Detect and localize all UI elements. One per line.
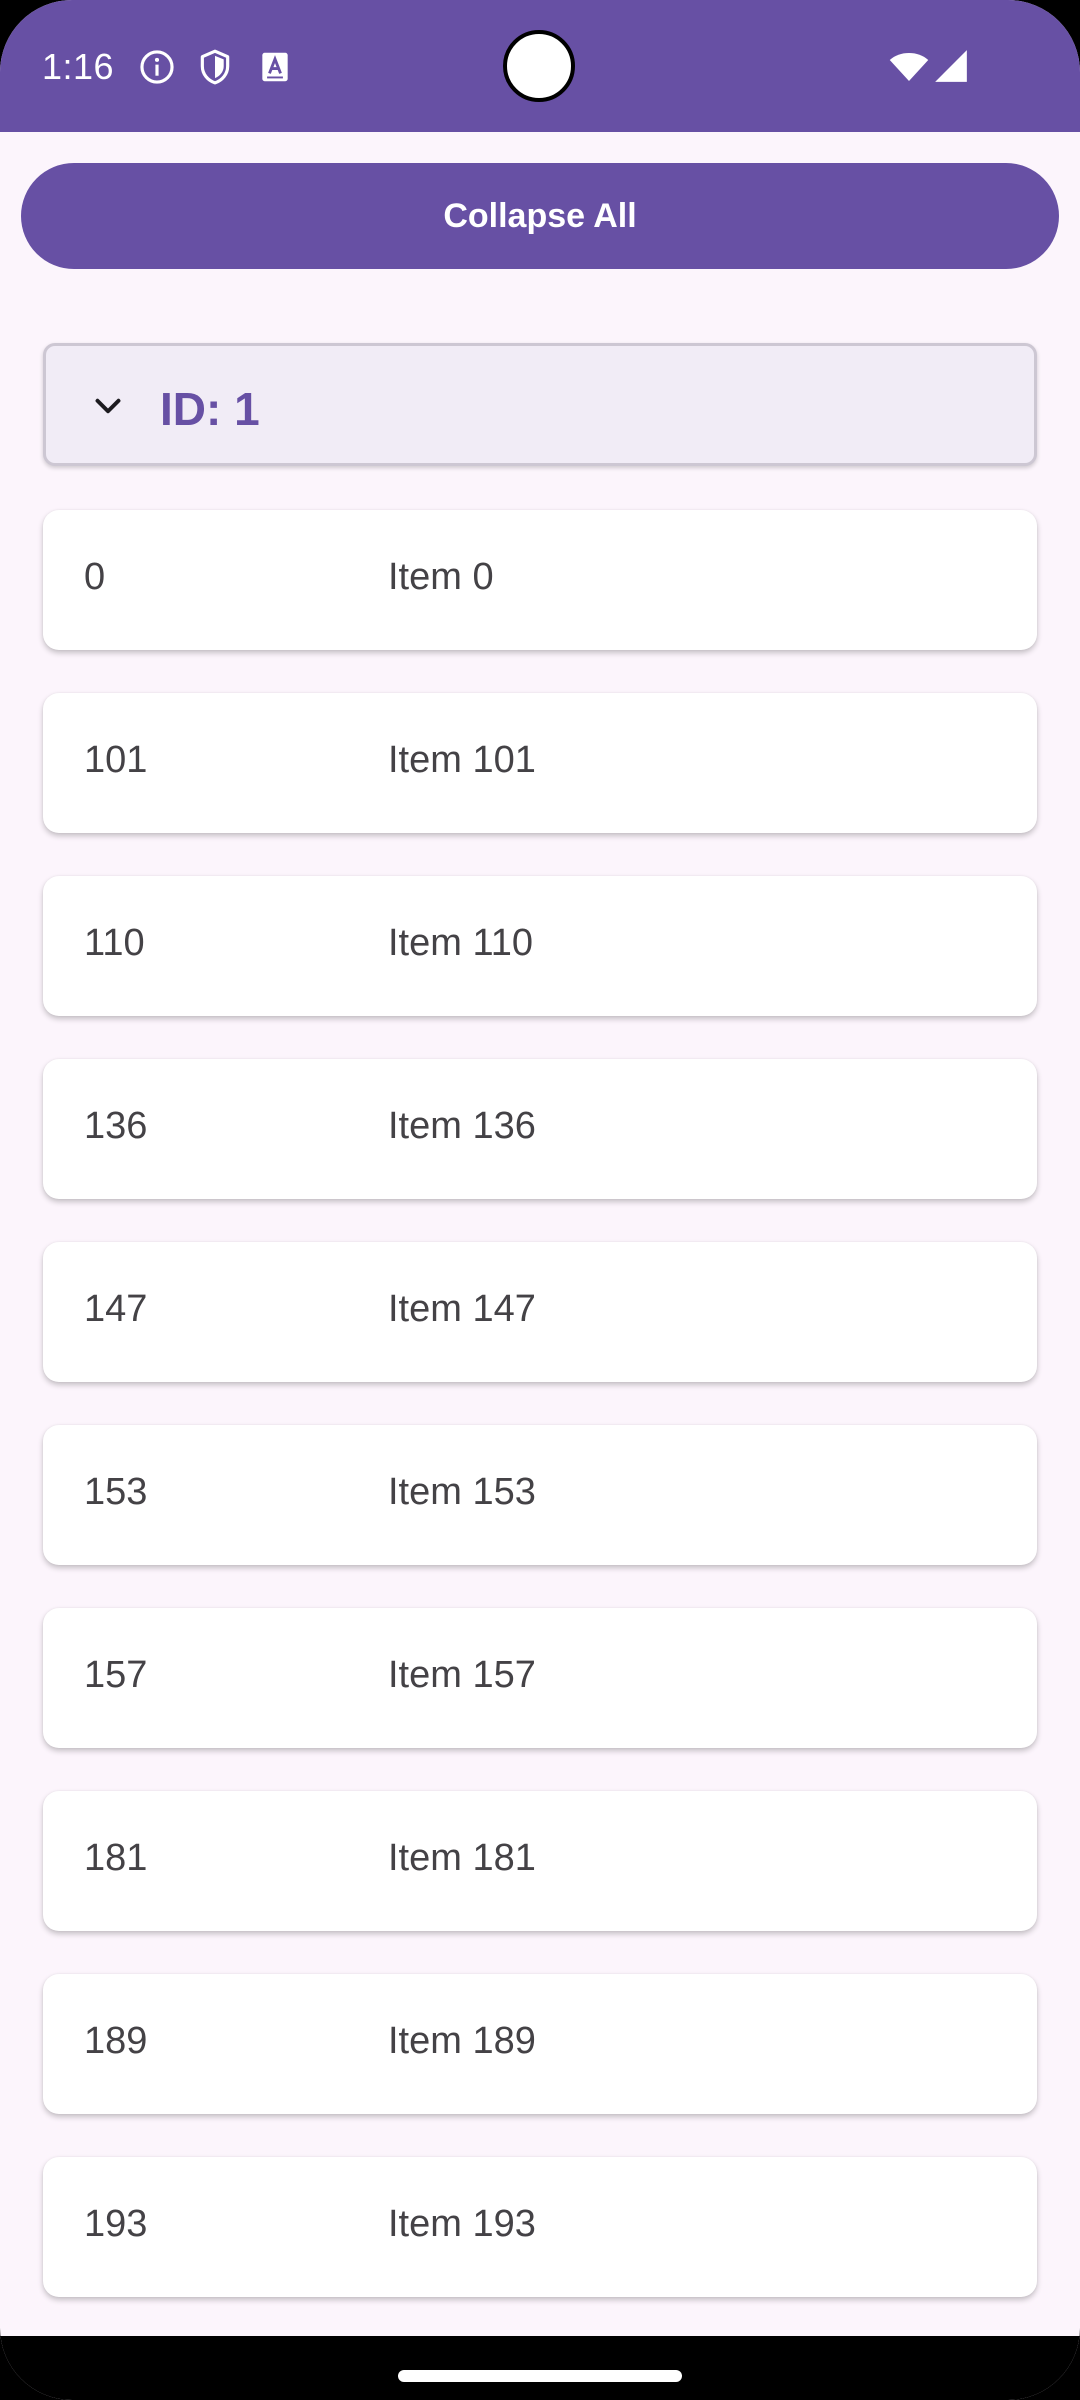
- item-id: 136: [84, 1105, 148, 1147]
- item-name: Item 136: [388, 1105, 536, 1147]
- status-time: 1:16: [42, 46, 115, 87]
- item-name: Item 193: [388, 2203, 536, 2245]
- item-id: 101: [84, 739, 148, 781]
- group-title: ID: 1: [160, 383, 260, 435]
- home-handle[interactable]: [398, 2370, 682, 2382]
- list-item[interactable]: 153 Item 153: [43, 1425, 1037, 1565]
- item-name: Item 147: [388, 1288, 536, 1330]
- navigation-bar: [0, 2336, 1080, 2400]
- item-id: 110: [84, 922, 145, 964]
- item-name: Item 101: [388, 739, 536, 781]
- list-item[interactable]: 193 Item 193: [43, 2157, 1037, 2297]
- item-id: 193: [84, 2203, 148, 2245]
- group-header[interactable]: ID: 1: [43, 343, 1037, 466]
- item-id: 181: [84, 1837, 148, 1879]
- battery-icon: [976, 46, 1000, 86]
- item-id: 153: [84, 1471, 148, 1513]
- item-name: Item 157: [388, 1654, 536, 1696]
- info-icon: [138, 48, 176, 86]
- item-id: 0: [84, 556, 106, 598]
- list-item[interactable]: 189 Item 189: [43, 1974, 1037, 2114]
- status-bar: 1:16: [0, 0, 1080, 132]
- camera-cutout: [503, 30, 575, 102]
- list-item[interactable]: 0 Item 0: [43, 510, 1037, 650]
- keyboard-a-icon: [256, 48, 294, 86]
- shield-icon: [196, 48, 234, 86]
- item-id: 157: [84, 1654, 148, 1696]
- signal-icon: [932, 46, 970, 86]
- item-name: Item 181: [388, 1837, 536, 1879]
- list-item[interactable]: 181 Item 181: [43, 1791, 1037, 1931]
- item-name: Item 153: [388, 1471, 536, 1513]
- app-screen: 1:16 Collapse All ID: 1 0 Item 0 101 Ite…: [0, 0, 1080, 2400]
- item-name: Item 110: [388, 922, 534, 964]
- list-item[interactable]: 147 Item 147: [43, 1242, 1037, 1382]
- item-id: 189: [84, 2020, 148, 2062]
- wifi-icon: [888, 46, 930, 88]
- collapse-all-button[interactable]: Collapse All: [21, 163, 1059, 269]
- list-item[interactable]: 101 Item 101: [43, 693, 1037, 833]
- item-name: Item 0: [388, 556, 494, 598]
- list-item[interactable]: 110 Item 110: [43, 876, 1037, 1016]
- chevron-down-icon[interactable]: [90, 388, 126, 424]
- list-item[interactable]: 136 Item 136: [43, 1059, 1037, 1199]
- list-item[interactable]: 157 Item 157: [43, 1608, 1037, 1748]
- item-name: Item 189: [388, 2020, 536, 2062]
- item-id: 147: [84, 1288, 148, 1330]
